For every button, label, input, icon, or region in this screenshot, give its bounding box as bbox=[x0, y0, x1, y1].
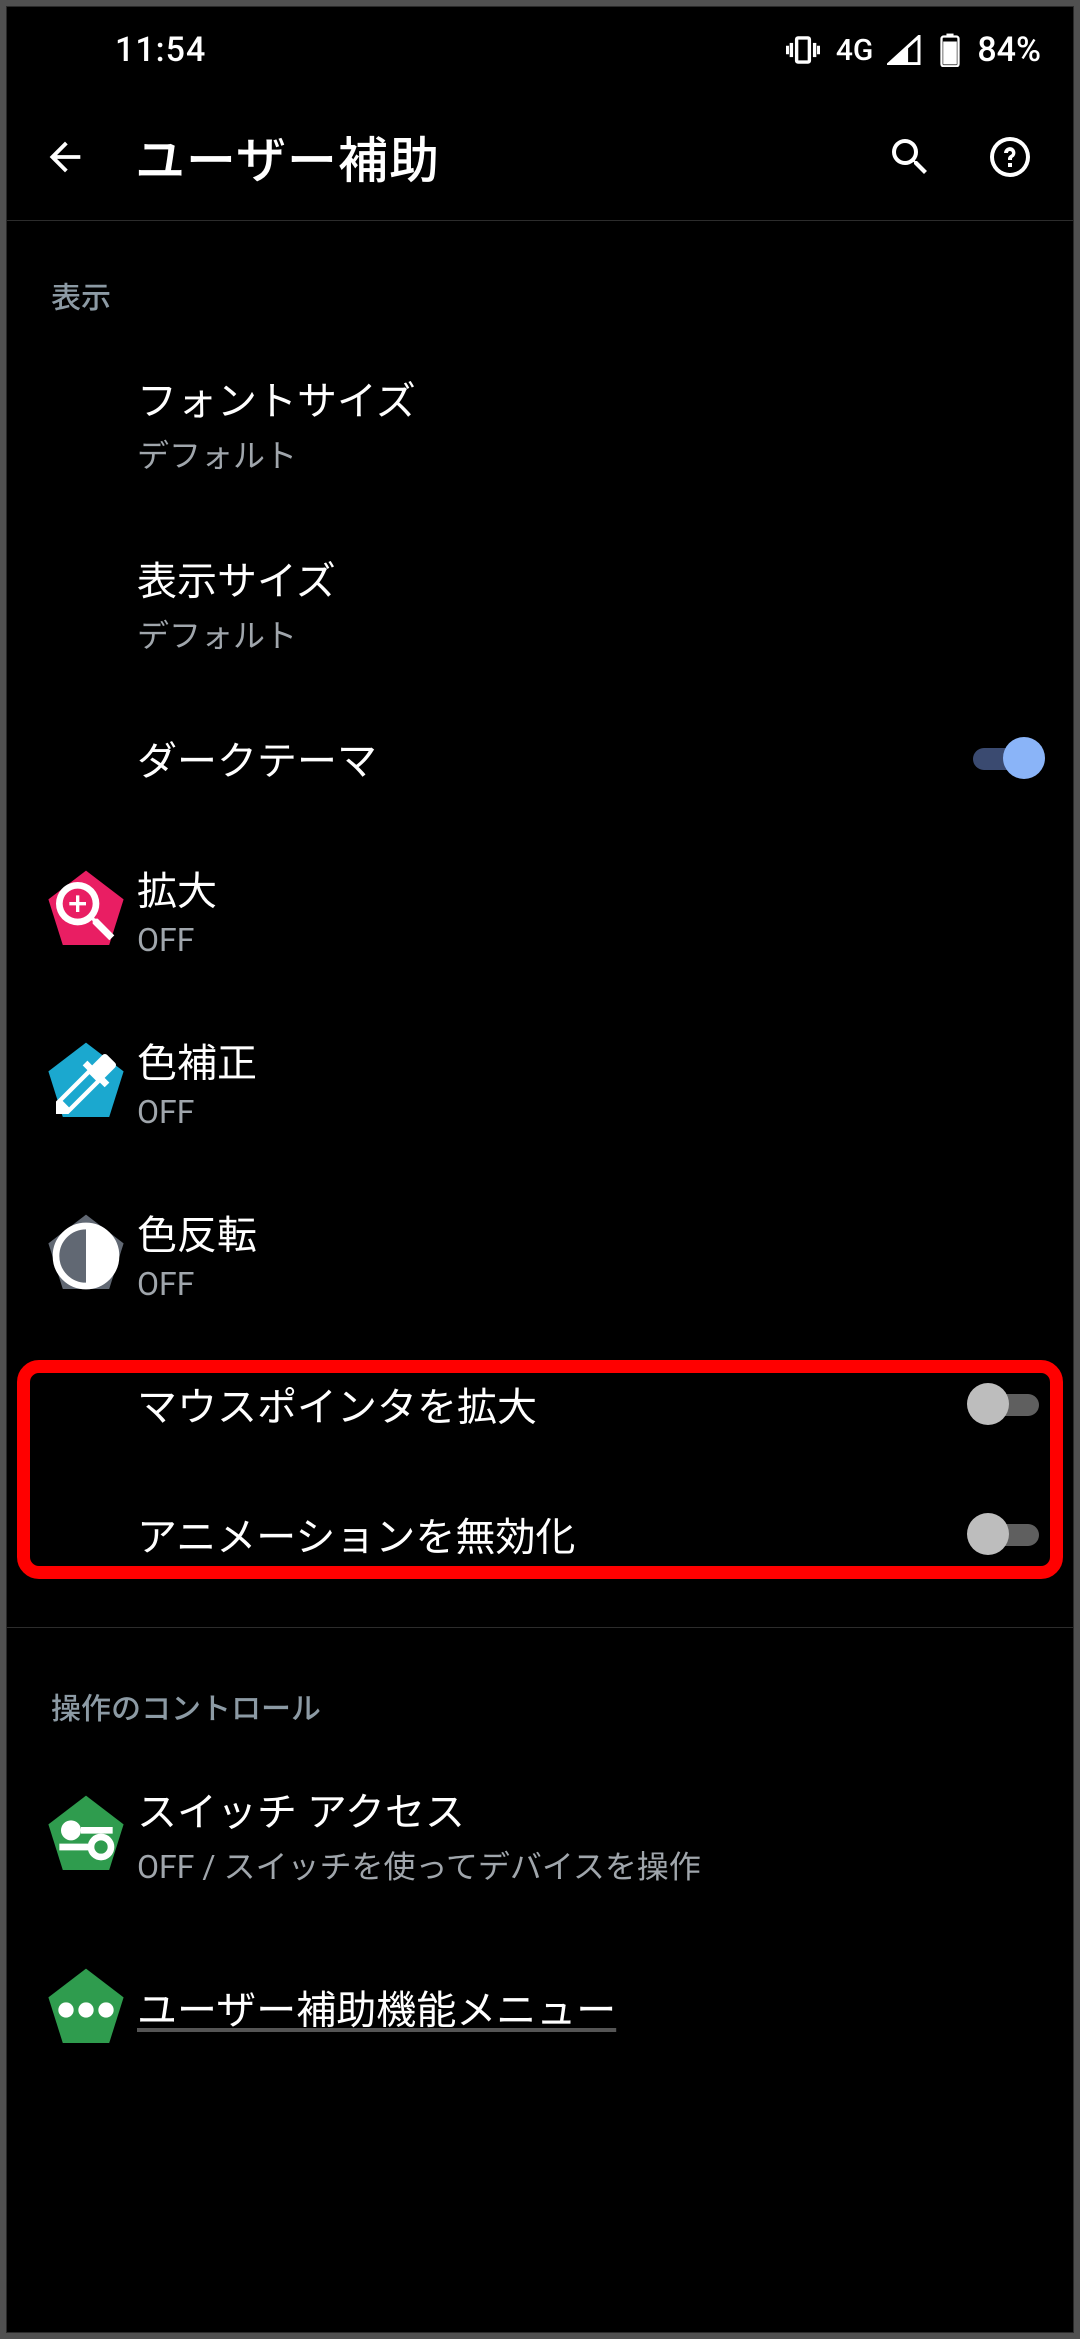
item-disable-animations[interactable]: アニメーションを無効化 bbox=[7, 1469, 1073, 1599]
item-dark-theme[interactable]: ダークテーマ bbox=[7, 693, 1073, 823]
item-color-inversion[interactable]: 色反転 OFF bbox=[7, 1167, 1073, 1339]
item-title: フォントサイズ bbox=[137, 369, 1045, 427]
item-subtitle: デフォルト bbox=[137, 611, 1045, 657]
zoom-in-icon bbox=[45, 872, 127, 952]
item-title: 色補正 bbox=[137, 1031, 1045, 1089]
accessibility-menu-icon bbox=[45, 1967, 127, 2047]
section-header-display: 表示 bbox=[7, 221, 1073, 333]
item-accessibility-menu[interactable]: ユーザー補助機能メニュー bbox=[7, 1924, 1073, 2054]
section-header-controls: 操作のコントロール bbox=[7, 1632, 1073, 1744]
settings-list: 表示 フォントサイズ デフォルト 表示サイズ デフォルト ダークテーマ bbox=[7, 221, 1073, 2054]
status-bar: 11:54 4G 84% bbox=[7, 7, 1073, 93]
item-title: マウスポインタを拡大 bbox=[137, 1375, 945, 1433]
item-title: ユーザー補助機能メニュー bbox=[137, 1978, 1045, 2036]
magnification-icon bbox=[45, 869, 127, 949]
search-icon bbox=[886, 133, 934, 181]
item-title: 色反転 bbox=[137, 1203, 1045, 1261]
signal-icon bbox=[887, 35, 921, 65]
item-title: アニメーションを無効化 bbox=[137, 1505, 945, 1563]
disable-animations-switch[interactable] bbox=[967, 1512, 1045, 1556]
status-time: 11:54 bbox=[39, 30, 206, 70]
search-button[interactable] bbox=[865, 117, 955, 197]
network-type: 4G bbox=[832, 33, 876, 68]
battery-percent: 84% bbox=[973, 30, 1041, 70]
status-icons: 4G 84% bbox=[786, 30, 1041, 70]
dark-theme-switch[interactable] bbox=[967, 736, 1045, 780]
help-icon bbox=[986, 133, 1034, 181]
color-correction-icon bbox=[45, 1041, 127, 1121]
app-bar: ユーザー補助 bbox=[7, 93, 1073, 221]
item-color-correction[interactable]: 色補正 OFF bbox=[7, 995, 1073, 1167]
contrast-icon bbox=[45, 1216, 127, 1296]
large-pointer-switch[interactable] bbox=[967, 1382, 1045, 1426]
item-display-size[interactable]: 表示サイズ デフォルト bbox=[7, 513, 1073, 693]
item-subtitle: OFF / スイッチを使ってデバイスを操作 bbox=[137, 1842, 1045, 1888]
item-subtitle: OFF bbox=[137, 1093, 1045, 1131]
help-button[interactable] bbox=[965, 117, 1055, 197]
color-inversion-icon bbox=[45, 1213, 127, 1293]
arrow-back-icon bbox=[42, 134, 88, 180]
item-title: 拡大 bbox=[137, 859, 1045, 917]
page-title: ユーザー補助 bbox=[115, 121, 855, 193]
more-horiz-icon bbox=[45, 1970, 127, 2050]
item-subtitle: OFF bbox=[137, 1265, 1045, 1303]
switch-access-icon bbox=[45, 1794, 127, 1874]
item-large-pointer[interactable]: マウスポインタを拡大 bbox=[7, 1339, 1073, 1469]
battery-icon bbox=[933, 33, 961, 67]
item-switch-access[interactable]: スイッチ アクセス OFF / スイッチを使ってデバイスを操作 bbox=[7, 1744, 1073, 1924]
section-divider bbox=[7, 1627, 1073, 1628]
item-subtitle: OFF bbox=[137, 921, 1045, 959]
item-font-size[interactable]: フォントサイズ デフォルト bbox=[7, 333, 1073, 513]
eyedropper-icon bbox=[45, 1044, 127, 1124]
item-subtitle: デフォルト bbox=[137, 431, 1045, 477]
switches-icon bbox=[45, 1797, 127, 1877]
back-button[interactable] bbox=[25, 117, 105, 197]
item-title: ダークテーマ bbox=[137, 729, 945, 787]
item-title: スイッチ アクセス bbox=[137, 1780, 1045, 1838]
item-magnification[interactable]: 拡大 OFF bbox=[7, 823, 1073, 995]
item-title: 表示サイズ bbox=[137, 549, 1045, 607]
vibrate-icon bbox=[786, 35, 820, 65]
